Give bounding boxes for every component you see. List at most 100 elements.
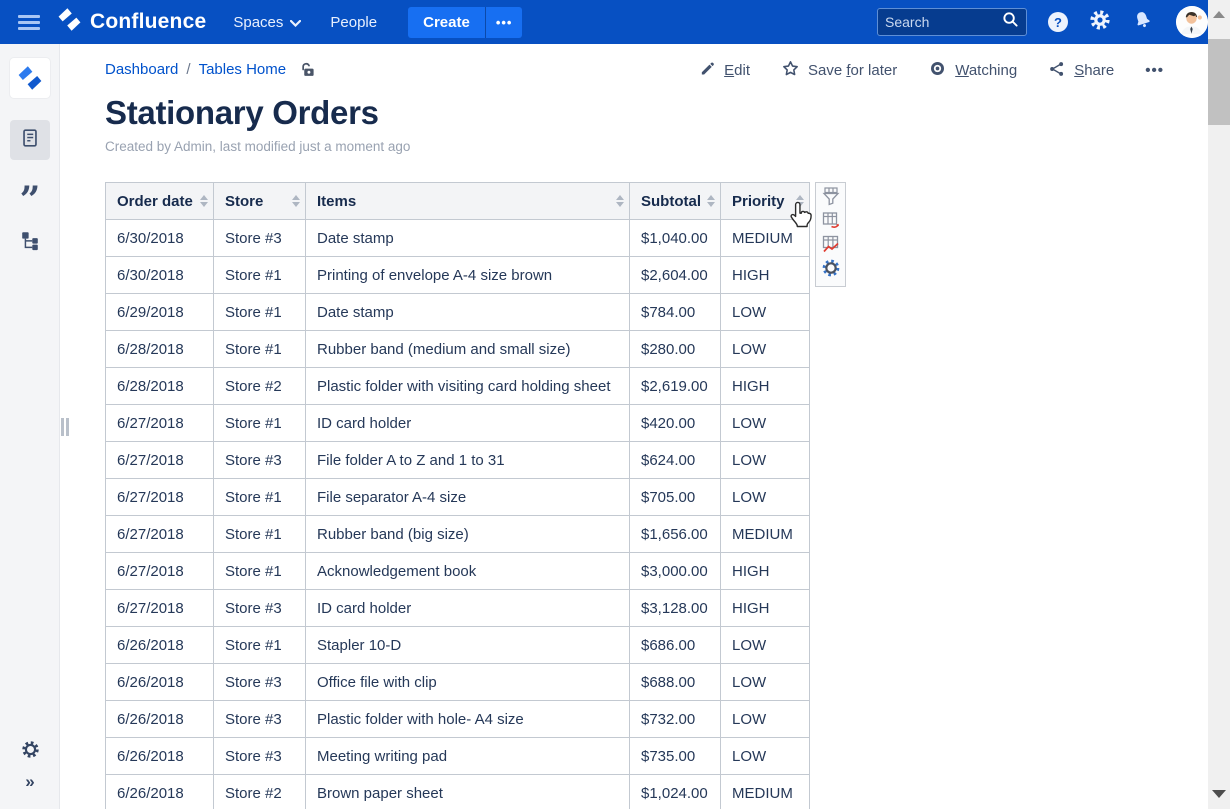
table-cell: 6/26/2018	[106, 701, 214, 738]
table-row: 6/27/2018Store #1File separator A-4 size…	[106, 479, 810, 516]
watching-button[interactable]: Watching	[928, 59, 1017, 82]
scroll-down-arrow[interactable]	[1208, 783, 1230, 805]
gear-icon	[1089, 9, 1111, 36]
brand-name: Confluence	[90, 10, 206, 34]
table-row: 6/26/2018Store #3Office file with clip$6…	[106, 664, 810, 701]
admin-settings-button[interactable]	[1089, 9, 1111, 36]
filter-table-button[interactable]	[820, 187, 842, 209]
table-cell: $624.00	[630, 442, 721, 479]
breadcrumb: Dashboard / Tables Home	[105, 61, 317, 78]
table-cell: ID card holder	[306, 590, 630, 627]
ellipsis-icon: •••	[1145, 62, 1164, 79]
table-settings-button[interactable]	[820, 260, 842, 282]
breadcrumb-dashboard-link[interactable]: Dashboard	[105, 61, 178, 78]
nav-people[interactable]: People	[330, 14, 377, 31]
page-more-actions-button[interactable]: •••	[1145, 62, 1164, 79]
table-cell: Store #3	[214, 442, 306, 479]
refresh-table-button[interactable]	[820, 211, 842, 233]
search-input[interactable]	[885, 14, 1002, 30]
page-title: Stationary Orders	[105, 94, 379, 132]
table-cell: Store #3	[214, 590, 306, 627]
nav-people-label: People	[330, 14, 377, 31]
sidebar-item-blog[interactable]: ”	[10, 170, 50, 210]
eye-icon	[928, 59, 947, 82]
breadcrumb-separator: /	[186, 61, 190, 78]
table-cell: LOW	[721, 442, 810, 479]
table-header-row: Order date Store Items Subtotal Priority	[106, 183, 810, 220]
expand-sidebar-button[interactable]: »	[10, 762, 50, 802]
sort-icon[interactable]	[292, 195, 300, 207]
table-cell: Store #1	[214, 516, 306, 553]
table-cell: 6/30/2018	[106, 220, 214, 257]
table-cell: LOW	[721, 627, 810, 664]
chart-from-table-button[interactable]	[820, 236, 842, 258]
scrollbar-thumb[interactable]	[1208, 39, 1230, 125]
table-sync-icon	[821, 210, 841, 235]
breadcrumb-tables-home-link[interactable]: Tables Home	[199, 61, 287, 78]
user-avatar[interactable]	[1176, 6, 1208, 38]
table-cell: Store #3	[214, 701, 306, 738]
column-header-subtotal[interactable]: Subtotal	[630, 183, 721, 220]
search-icon[interactable]	[1002, 11, 1019, 33]
confluence-brand[interactable]: Confluence	[57, 7, 206, 37]
table-cell: LOW	[721, 701, 810, 738]
arrow-up-icon	[1213, 11, 1225, 18]
table-macro-toolbar	[815, 182, 846, 287]
table-cell: Rubber band (medium and small size)	[306, 331, 630, 368]
table-row: 6/30/2018Store #3Date stamp$1,040.00MEDI…	[106, 220, 810, 257]
table-cell: Store #3	[214, 738, 306, 775]
column-header-store[interactable]: Store	[214, 183, 306, 220]
column-header-order-date[interactable]: Order date	[106, 183, 214, 220]
table-cell: Stapler 10-D	[306, 627, 630, 664]
pages-icon	[19, 127, 41, 154]
table-cell: Store #1	[214, 627, 306, 664]
table-row: 6/26/2018Store #2Brown paper sheet$1,024…	[106, 775, 810, 809]
table-cell: 6/27/2018	[106, 590, 214, 627]
column-header-items[interactable]: Items	[306, 183, 630, 220]
table-cell: LOW	[721, 479, 810, 516]
table-cell: 6/27/2018	[106, 442, 214, 479]
table-cell: Store #3	[214, 220, 306, 257]
table-cell: LOW	[721, 331, 810, 368]
create-button[interactable]: Create	[408, 7, 485, 38]
table-cell: Plastic folder with hole- A4 size	[306, 701, 630, 738]
table-row: 6/27/2018Store #3File folder A to Z and …	[106, 442, 810, 479]
table-cell: $1,656.00	[630, 516, 721, 553]
column-header-priority[interactable]: Priority	[721, 183, 810, 220]
confluence-logo-icon	[57, 7, 82, 37]
top-navigation-bar: Confluence Spaces People Create ••• ?	[0, 0, 1208, 44]
pencil-icon	[699, 60, 716, 81]
edit-button[interactable]: Edit	[699, 60, 750, 81]
table-settings-gear-icon	[821, 258, 841, 283]
share-button[interactable]: Share	[1048, 60, 1114, 82]
help-button[interactable]: ?	[1048, 12, 1068, 32]
sort-icon[interactable]	[200, 195, 208, 207]
sidebar-resize-handle[interactable]	[61, 418, 69, 436]
sort-icon[interactable]	[616, 195, 624, 207]
hamburger-menu-icon[interactable]	[18, 12, 40, 33]
table-cell: Store #1	[214, 294, 306, 331]
sort-icon[interactable]	[796, 195, 804, 207]
sidebar-item-pages[interactable]	[10, 120, 50, 160]
table-cell: MEDIUM	[721, 220, 810, 257]
notifications-button[interactable]	[1132, 9, 1153, 35]
sidebar-item-space-tree[interactable]	[10, 222, 50, 262]
table-cell: MEDIUM	[721, 775, 810, 809]
table-cell: 6/28/2018	[106, 368, 214, 405]
sort-icon[interactable]	[707, 195, 715, 207]
space-logo[interactable]	[10, 58, 50, 98]
table-cell: $686.00	[630, 627, 721, 664]
vertical-scrollbar[interactable]	[1208, 0, 1230, 809]
table-chart-icon	[821, 234, 841, 259]
nav-spaces[interactable]: Spaces	[233, 14, 301, 31]
table-cell: Plastic folder with visiting card holdin…	[306, 368, 630, 405]
table-cell: Store #1	[214, 257, 306, 294]
create-more-button[interactable]: •••	[485, 7, 523, 38]
table-cell: $735.00	[630, 738, 721, 775]
unrestricted-lock-icon[interactable]	[300, 61, 317, 78]
table-row: 6/28/2018Store #2Plastic folder with vis…	[106, 368, 810, 405]
star-icon	[781, 59, 800, 82]
page-content: Dashboard / Tables Home Edit Save for la…	[60, 44, 1208, 809]
save-for-later-button[interactable]: Save for later	[781, 59, 897, 82]
scroll-up-arrow[interactable]	[1208, 0, 1230, 28]
